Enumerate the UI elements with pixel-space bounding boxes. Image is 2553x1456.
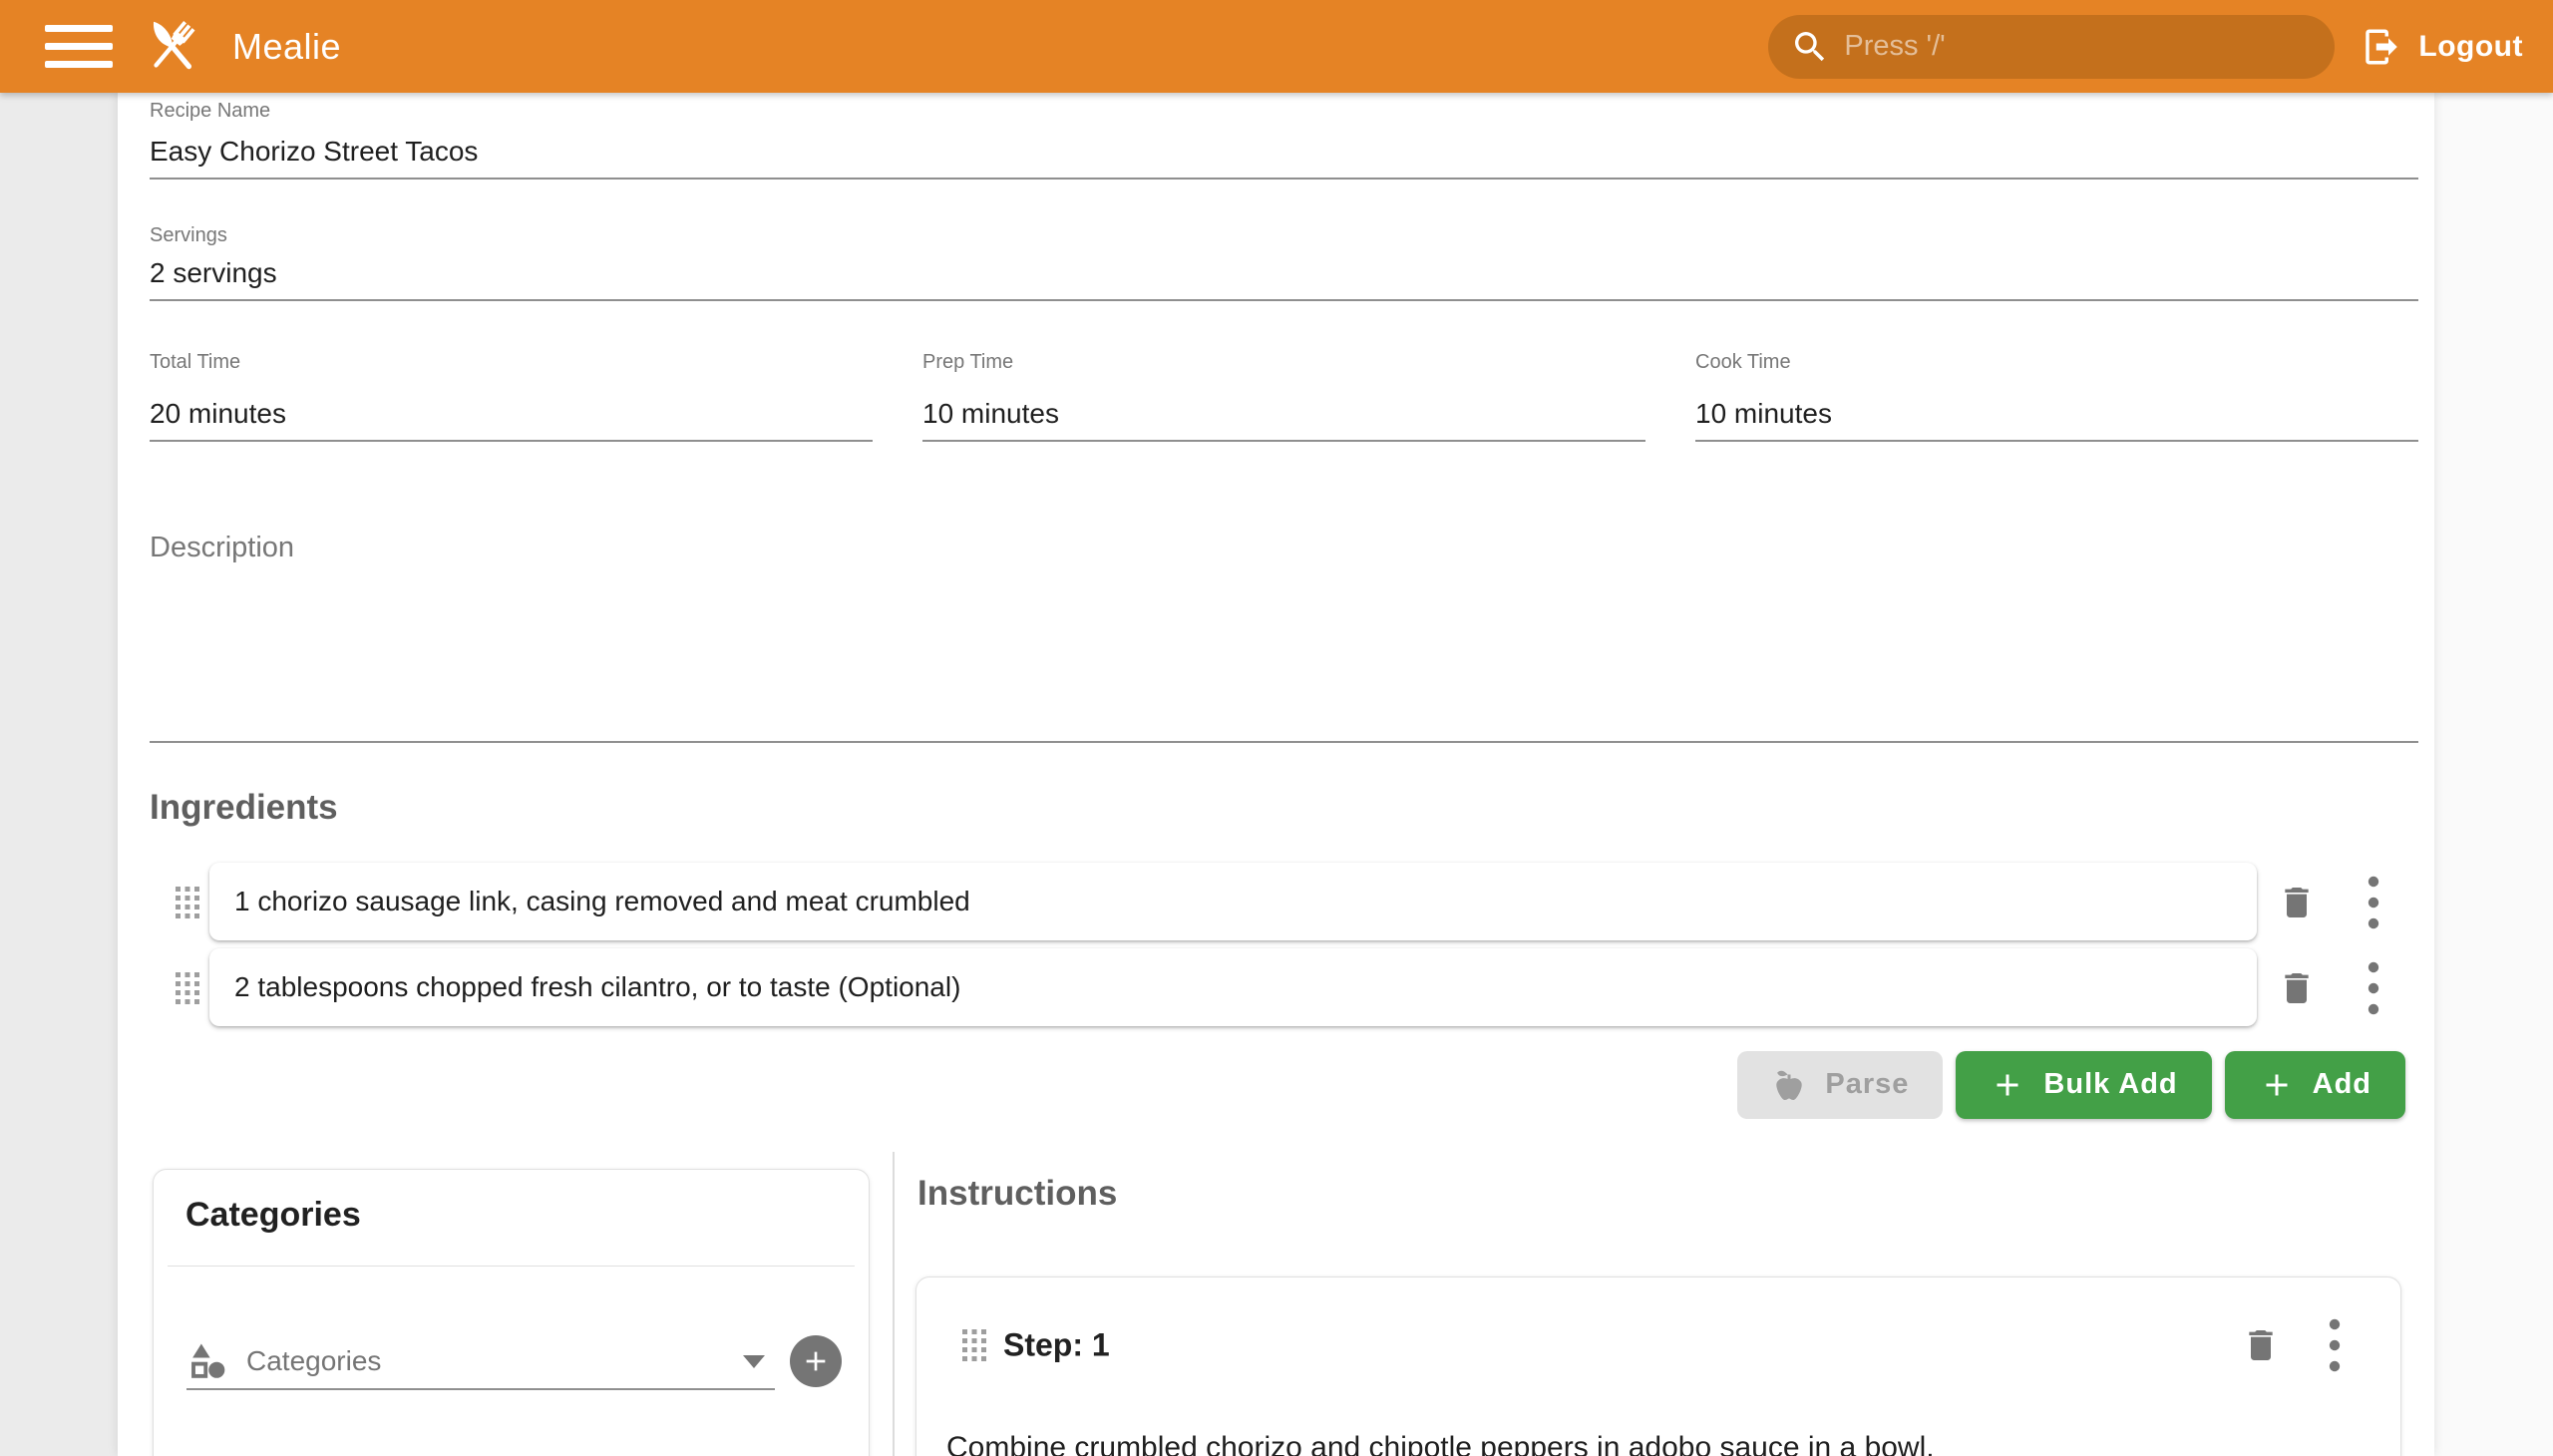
kebab-menu-icon	[2329, 1317, 2341, 1373]
trash-icon	[2277, 883, 2317, 922]
logout-icon	[2361, 26, 2402, 68]
categories-select-label: Categories	[246, 1345, 743, 1377]
ingredients-heading: Ingredients	[150, 788, 338, 828]
ingredient-actions: Parse Bulk Add Add	[150, 1050, 2405, 1119]
servings-label: Servings	[150, 224, 227, 247]
chevron-down-icon[interactable]	[743, 1355, 765, 1368]
description-field[interactable]: Description	[150, 512, 2418, 743]
drag-handle-icon[interactable]	[175, 886, 200, 919]
ingredient-input[interactable]: 2 tablespoons chopped fresh cilantro, or…	[209, 948, 2257, 1026]
total-time-field[interactable]: Total Time 20 minutes	[150, 351, 873, 442]
cook-time-value[interactable]: 10 minutes	[1695, 398, 1832, 430]
app-bar: Mealie Logout	[0, 0, 2553, 93]
instruction-step-card: Step: 1 Combine crumbled chorizo and chi…	[915, 1276, 2401, 1456]
instructions-heading: Instructions	[917, 1174, 1117, 1214]
step-title: Step: 1	[1003, 1327, 1110, 1364]
parse-button[interactable]: Parse	[1737, 1051, 1943, 1119]
ingredient-row: 2 tablespoons chopped fresh cilantro, or…	[118, 948, 2434, 1028]
total-time-value[interactable]: 20 minutes	[150, 398, 286, 430]
logout-label: Logout	[2418, 30, 2523, 64]
prep-time-label: Prep Time	[922, 351, 1013, 374]
delete-ingredient-button[interactable]	[2275, 877, 2319, 928]
parse-label: Parse	[1825, 1068, 1909, 1101]
ingredient-input[interactable]: 1 chorizo sausage link, casing removed a…	[209, 863, 2257, 940]
categories-select[interactable]: Categories	[186, 1334, 775, 1390]
page-gutter-right	[2434, 93, 2553, 1456]
recipe-form-sheet: Recipe Name Easy Chorizo Street Tacos Se…	[118, 93, 2434, 1456]
recipe-name-field[interactable]: Recipe Name Easy Chorizo Street Tacos	[150, 100, 2418, 180]
ingredient-menu-button[interactable]	[2352, 877, 2395, 928]
total-time-label: Total Time	[150, 351, 240, 374]
add-label: Add	[2313, 1068, 2371, 1101]
add-button[interactable]: Add	[2225, 1051, 2405, 1119]
recipe-name-label: Recipe Name	[150, 100, 270, 123]
prep-time-field[interactable]: Prep Time 10 minutes	[922, 351, 1645, 442]
shapes-category-icon	[186, 1340, 228, 1382]
delete-ingredient-button[interactable]	[2275, 962, 2319, 1014]
step-menu-button[interactable]	[2313, 1319, 2357, 1371]
ingredient-text[interactable]: 2 tablespoons chopped fresh cilantro, or…	[234, 971, 960, 1003]
trash-icon	[2241, 1325, 2281, 1365]
kebab-menu-icon	[2368, 960, 2379, 1016]
drag-handle-icon[interactable]	[961, 1328, 987, 1362]
ingredient-row: 1 chorizo sausage link, casing removed a…	[118, 863, 2434, 942]
kebab-menu-icon	[2368, 875, 2379, 930]
plus-circle-icon	[800, 1345, 832, 1377]
trash-icon	[2277, 968, 2317, 1008]
card-divider	[168, 1266, 855, 1267]
menu-icon[interactable]	[45, 24, 113, 70]
page-gutter-left	[0, 93, 118, 1456]
bulk-add-label: Bulk Add	[2043, 1068, 2177, 1101]
servings-field[interactable]: Servings 2 servings	[150, 224, 2418, 301]
ingredient-menu-button[interactable]	[2352, 962, 2395, 1014]
delete-step-button[interactable]	[2239, 1319, 2283, 1371]
servings-value[interactable]: 2 servings	[150, 257, 277, 289]
plus-icon	[2259, 1067, 2295, 1103]
mealie-logo-icon	[135, 10, 208, 84]
ingredient-text[interactable]: 1 chorizo sausage link, casing removed a…	[234, 886, 970, 917]
search-icon	[1790, 27, 1830, 67]
plus-icon	[1990, 1067, 2025, 1103]
column-divider	[893, 1152, 895, 1456]
app-title: Mealie	[232, 26, 341, 68]
search-input[interactable]	[1844, 30, 2313, 63]
drag-handle-icon[interactable]	[175, 971, 200, 1005]
step-text[interactable]: Combine crumbled chorizo and chipotle pe…	[946, 1425, 2363, 1456]
search-bar[interactable]	[1768, 15, 2335, 79]
categories-title: Categories	[185, 1196, 361, 1235]
cook-time-field[interactable]: Cook Time 10 minutes	[1695, 351, 2418, 442]
categories-card: Categories Categories	[153, 1169, 870, 1456]
prep-time-value[interactable]: 10 minutes	[922, 398, 1059, 430]
step-header: Step: 1	[916, 1313, 2400, 1377]
apple-icon	[1771, 1067, 1807, 1103]
recipe-name-value[interactable]: Easy Chorizo Street Tacos	[150, 136, 478, 168]
add-category-button[interactable]	[790, 1335, 842, 1387]
logout-button[interactable]: Logout	[2361, 26, 2523, 68]
cook-time-label: Cook Time	[1695, 351, 1791, 374]
description-label: Description	[150, 532, 294, 564]
mealie-recipe-editor: Mealie Logout Recipe Name Easy Chorizo S…	[0, 0, 2553, 1456]
bulk-add-button[interactable]: Bulk Add	[1956, 1051, 2211, 1119]
